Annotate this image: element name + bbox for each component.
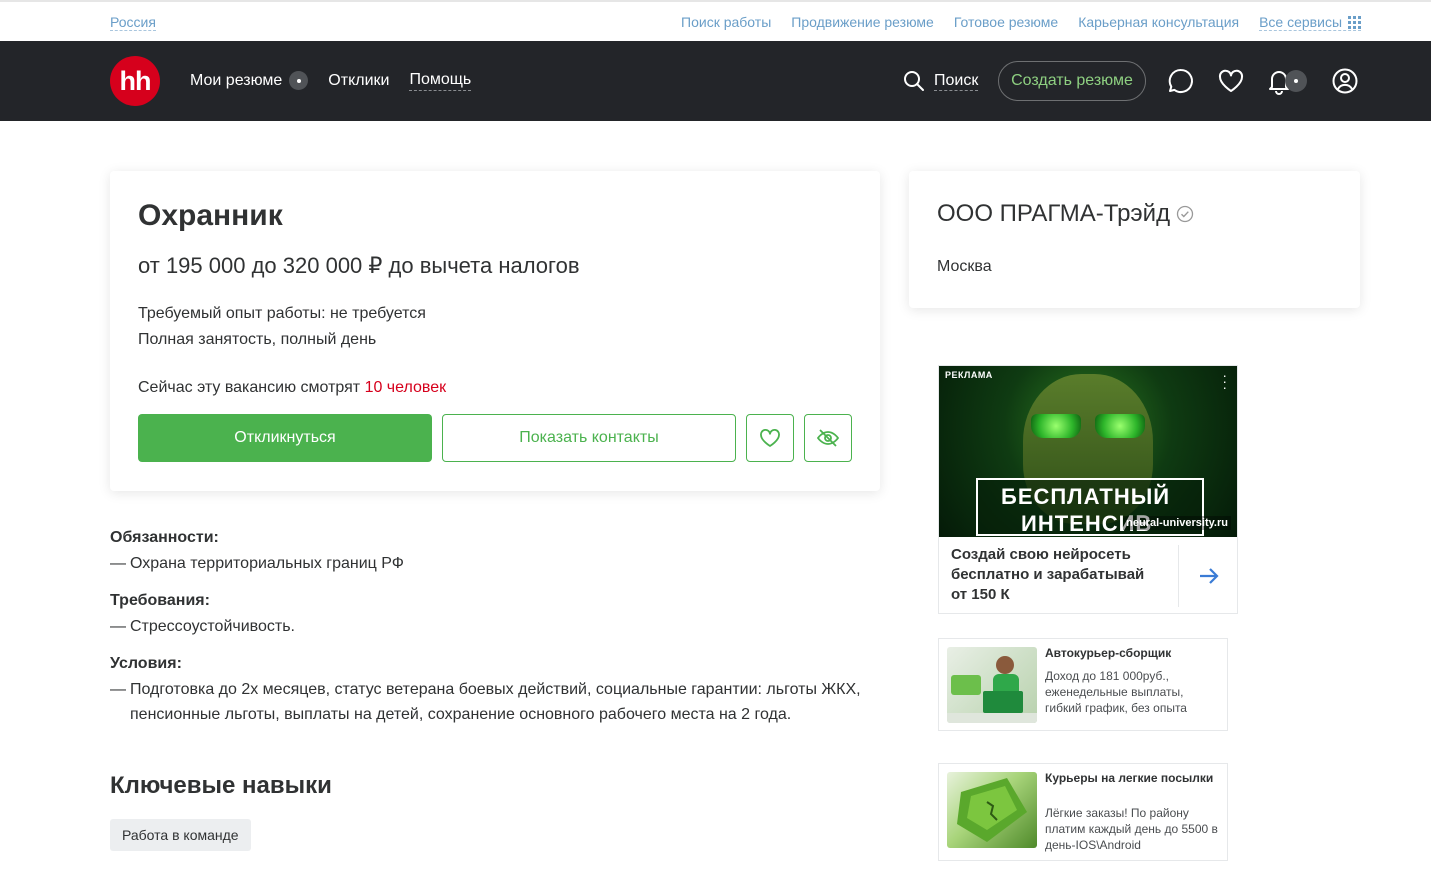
- ad-label: РЕКЛАМА: [945, 370, 993, 380]
- eye-off-icon: [816, 429, 840, 447]
- list-item: — Стрессоустойчивость.: [110, 614, 880, 639]
- nav-my-resumes[interactable]: Мои резюме: [190, 71, 309, 91]
- ad-small-body: Лёгкие заказы! По району платим каждый д…: [1045, 806, 1218, 852]
- nav-my-resumes-label: Мои резюме: [190, 71, 283, 89]
- duties-title: Обязанности:: [110, 529, 219, 546]
- notifications-badge: [1285, 70, 1307, 92]
- ad-small-title: Автокурьер-сборщик: [1045, 646, 1172, 660]
- ad-courier-parcels[interactable]: Курьеры на легкие посылки Лёгкие заказы!…: [938, 763, 1228, 861]
- top-links: Поиск работы Продвижение резюме Готовое …: [681, 14, 1361, 31]
- requirements-section: Требования: — Стрессоустойчивость.: [110, 591, 880, 639]
- vacancy-employment: Полная занятость, полный день: [138, 331, 377, 348]
- header-search-label: Поиск: [934, 71, 979, 91]
- ad-banner-main[interactable]: РЕКЛАМА · · · БЕСПЛАТНЫЙ ИНТЕНСИВ neural-u…: [938, 365, 1238, 614]
- resumes-badge: [289, 71, 309, 90]
- favorite-button[interactable]: [746, 414, 794, 462]
- ad-domain: neural-university.ru: [1123, 516, 1231, 530]
- ad-courier-driver[interactable]: Автокурьер-сборщик Доход до 181 000руб.,…: [938, 638, 1228, 731]
- main-nav: Мои резюме Отклики Помощь: [190, 70, 472, 91]
- ad-thumbnail: [947, 772, 1037, 848]
- vacancy-experience: Требуемый опыт работы: не требуется: [138, 305, 426, 322]
- ad-arrow-button[interactable]: [1178, 545, 1238, 607]
- verified-check-icon: [1176, 205, 1194, 223]
- heart-icon[interactable]: [1216, 66, 1246, 96]
- ad-small-title: Курьеры на легкие посылки: [1045, 771, 1214, 785]
- heart-icon: [760, 428, 780, 447]
- chat-icon[interactable]: [1166, 66, 1196, 96]
- more-icon[interactable]: · · ·: [1222, 368, 1227, 394]
- viewers-count: 10 человек: [364, 379, 447, 396]
- nav-help[interactable]: Помощь: [409, 70, 472, 91]
- link-career-consultation[interactable]: Карьерная консультация: [1078, 14, 1239, 31]
- duties-text: Охрана территориальных границ РФ: [130, 555, 404, 572]
- search-icon: [904, 71, 924, 91]
- all-services-link[interactable]: Все сервисы: [1259, 14, 1361, 31]
- top-utility-bar: Россия Поиск работы Продвижение резюме Г…: [0, 0, 1431, 41]
- header-search[interactable]: Поиск: [903, 70, 979, 92]
- link-ready-resume[interactable]: Готовое резюме: [954, 14, 1058, 31]
- vacancy-title: Охранник: [138, 199, 283, 232]
- vacancy-card: Охранник от 195 000 до 320 000 ₽ до выче…: [110, 171, 880, 491]
- list-item: — Охрана территориальных границ РФ: [110, 551, 880, 576]
- vacancy-info: Требуемый опыт работы: не требуется Полн…: [138, 301, 426, 353]
- ad-small-body: Доход до 181 000руб., еженедельные выпла…: [1045, 669, 1187, 715]
- main-header: hh Мои резюме Отклики Помощь Поиск Созда…: [0, 41, 1431, 121]
- list-item: — Подготовка до 2х месяцев, статус ветера…: [110, 677, 880, 727]
- skill-tag: Работа в команде: [110, 819, 251, 851]
- skills-title: Ключевые навыки: [110, 772, 332, 799]
- vacancy-salary: от 195 000 до 320 000 ₽ до вычета налого…: [138, 253, 580, 278]
- vacancy-viewers: Сейчас эту вакансию смотрят 10 человек: [138, 379, 446, 397]
- requirements-text: Стрессоустойчивость.: [130, 618, 295, 635]
- company-card: ООО ПРАГМА-Трэйд Москва: [909, 171, 1360, 308]
- ad-glasses-illustration: [1031, 414, 1145, 440]
- hh-logo[interactable]: hh: [110, 56, 160, 106]
- hide-vacancy-button[interactable]: [804, 414, 852, 462]
- arrow-right-icon: [1199, 568, 1219, 584]
- show-contacts-button[interactable]: Показать контакты: [442, 414, 736, 462]
- requirements-title: Требования:: [110, 592, 210, 609]
- conditions-text: Подготовка до 2х месяцев, статус ветеран…: [130, 681, 861, 723]
- create-resume-button[interactable]: Создать резюме: [998, 61, 1146, 101]
- ad-thumbnail: [947, 647, 1037, 723]
- vacancy-description: Обязанности: — Охрана территориальных гра…: [110, 528, 880, 742]
- region-selector[interactable]: Россия: [110, 14, 156, 31]
- ad-main-text: Создай свою нейросеть бесплатно и зараба…: [951, 546, 1145, 603]
- duties-section: Обязанности: — Охрана территориальных гра…: [110, 528, 880, 576]
- company-city: Москва: [937, 258, 992, 275]
- company-name: ООО ПРАГМА-Трэйд: [937, 200, 1171, 227]
- viewers-prefix: Сейчас эту вакансию смотрят: [138, 379, 365, 396]
- grid-icon: [1348, 15, 1361, 29]
- company-name-row[interactable]: ООО ПРАГМА-Трэйд: [937, 200, 1194, 228]
- ad-image: РЕКЛАМА · · · БЕСПЛАТНЫЙ ИНТЕНСИВ neural-u…: [939, 366, 1237, 537]
- apply-button[interactable]: Откликнуться: [138, 414, 432, 462]
- ad-banner-line1: БЕСПЛАТНЫЙ: [1001, 484, 1171, 509]
- link-job-search[interactable]: Поиск работы: [681, 14, 771, 31]
- link-resume-promotion[interactable]: Продвижение резюме: [791, 14, 934, 31]
- nav-responses[interactable]: Отклики: [328, 71, 389, 91]
- user-icon[interactable]: [1330, 66, 1360, 96]
- all-services-label: Все сервисы: [1259, 14, 1342, 30]
- conditions-section: Условия: — Подготовка до 2х месяцев, стат…: [110, 654, 880, 727]
- conditions-title: Условия:: [110, 655, 182, 672]
